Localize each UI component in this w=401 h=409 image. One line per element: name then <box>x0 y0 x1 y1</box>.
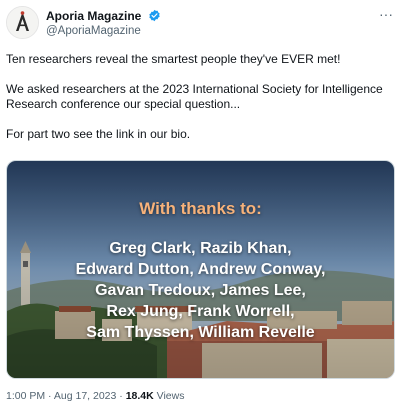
media-name-line: Gavan Tredoux, James Lee, <box>95 282 306 299</box>
avatar[interactable] <box>6 6 39 39</box>
media-name-line: Rex Jung, Frank Worrell, <box>106 303 295 320</box>
author-name[interactable]: Aporia Magazine <box>46 9 141 23</box>
tweet-paragraph: For part two see the link in our bio. <box>6 127 191 141</box>
aporia-logo-icon <box>7 7 38 38</box>
meta-separator: · <box>119 390 123 402</box>
views-label: Views <box>156 390 185 402</box>
media-name-line: Sam Thyssen, William Revelle <box>86 324 315 341</box>
more-options-icon[interactable]: ··· <box>379 7 393 21</box>
tweet-paragraph: Ten researchers reveal the smartest peop… <box>6 52 341 66</box>
tweet-meta: 1:00 PM · Aug 17, 2023 · 18.4K Views <box>6 390 184 402</box>
tweet-time[interactable]: 1:00 PM <box>6 390 45 402</box>
author-name-row[interactable]: Aporia Magazine <box>46 9 161 25</box>
meta-separator: · <box>48 390 52 402</box>
views-count: 18.4K <box>125 390 154 402</box>
media-name-line: Greg Clark, Razib Khan, <box>109 240 292 257</box>
tweet-date[interactable]: Aug 17, 2023 <box>54 390 116 402</box>
media-names: Greg Clark, Razib Khan, Edward Dutton, A… <box>7 238 394 343</box>
tweet-text: Ten researchers reveal the smartest peop… <box>6 52 392 157</box>
tweet-media-image[interactable]: With thanks to: Greg Clark, Razib Khan, … <box>6 160 395 379</box>
tweet-paragraph: We asked researchers at the 2023 Interna… <box>6 82 383 111</box>
verified-badge-icon <box>148 9 161 25</box>
media-text-overlay: With thanks to: Greg Clark, Razib Khan, … <box>7 161 394 378</box>
media-heading: With thanks to: <box>139 199 262 218</box>
author-handle[interactable]: @AporiaMagazine <box>46 25 141 37</box>
media-name-line: Edward Dutton, Andrew Conway, <box>75 261 326 278</box>
tweet-header: Aporia Magazine @AporiaMagazine ··· <box>6 6 395 40</box>
